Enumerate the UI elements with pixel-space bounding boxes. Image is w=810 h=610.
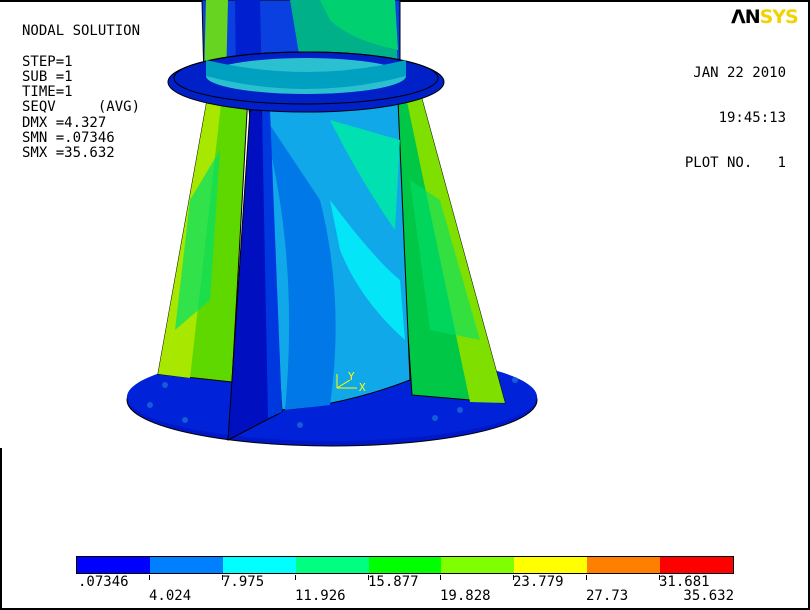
legend-color-bar	[76, 556, 734, 574]
legend-swatch	[587, 557, 661, 573]
legend-tick	[440, 575, 441, 580]
ansys-logo: ΛNSYS	[731, 6, 799, 28]
legend-label: .07346	[78, 574, 129, 590]
legend-swatch	[77, 557, 150, 573]
legend-swatch	[441, 557, 515, 573]
info-line: SMN =.07346	[22, 130, 115, 147]
plot-number: PLOT NO. 1	[684, 155, 786, 171]
legend-tick	[295, 575, 296, 580]
logo-left: ΛN	[731, 6, 761, 28]
info-line: TIME=1	[22, 84, 73, 101]
legend-label: 11.926	[295, 588, 346, 604]
legend-swatch	[222, 557, 296, 573]
legend-swatch	[295, 557, 369, 573]
info-line: SEQV (AVG)	[22, 99, 141, 116]
legend-label: 15.877	[368, 574, 419, 590]
legend-tick	[586, 575, 587, 580]
contour-legend: .07346 4.024 7.975 11.926 15.877 19.828 23.779…	[76, 556, 734, 604]
legend-label: 4.024	[149, 588, 192, 604]
logo-right: SYS	[759, 6, 799, 28]
legend-swatch	[660, 557, 734, 573]
info-line: NODAL SOLUTION	[22, 23, 141, 39]
plot-date: JAN 22 2010	[693, 65, 786, 81]
info-line	[22, 39, 140, 54]
legend-label: 23.779	[513, 574, 564, 590]
info-line: SMX =35.632	[22, 145, 115, 162]
legend-label: 7.975	[222, 574, 265, 590]
legend-swatch	[368, 557, 442, 573]
legend-tick	[659, 575, 660, 580]
nodal-solution-info: NODAL SOLUTION STEP=1 SUB =1 TIME=1 SEQV (AV…	[22, 23, 141, 162]
legend-tick	[149, 575, 150, 580]
legend-label: 35.632	[683, 588, 734, 604]
legend-label: 27.73	[586, 588, 629, 604]
legend-swatch	[149, 557, 223, 573]
plot-time: 19:45:13	[718, 110, 786, 126]
legend-label: 31.681	[659, 574, 710, 590]
legend-tick	[368, 575, 369, 580]
legend-tick	[513, 575, 514, 580]
legend-swatch	[514, 557, 588, 573]
info-line: SUB =1	[22, 68, 73, 85]
info-line: DMX =4.327	[22, 114, 107, 131]
triad-x-label: X	[359, 381, 366, 394]
info-line: STEP=1	[22, 53, 73, 70]
legend-label: 19.828	[440, 588, 491, 604]
legend-tick	[222, 575, 223, 580]
triad-y-label: Y	[348, 370, 355, 383]
plot-meta: JAN 22 2010 19:45:13 PLOT NO. 1	[685, 36, 786, 186]
